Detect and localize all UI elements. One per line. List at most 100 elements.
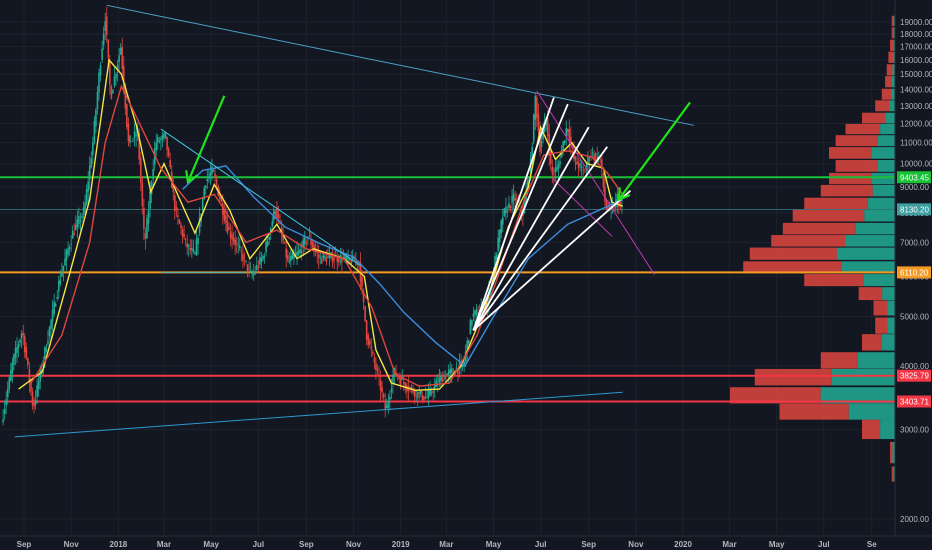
- candle-body: [98, 72, 100, 93]
- candle-body: [534, 95, 537, 120]
- candle-body: [57, 281, 60, 292]
- candle-body: [423, 396, 425, 401]
- candle-body: [3, 408, 6, 414]
- candle-body: [389, 396, 391, 400]
- candle-body: [308, 236, 311, 237]
- candle-body: [208, 176, 210, 179]
- candle-body: [5, 399, 7, 406]
- candle-body: [364, 305, 366, 321]
- candle-body: [283, 241, 286, 244]
- candle-body: [579, 163, 581, 166]
- candle-body: [113, 76, 116, 86]
- x-tick-label: 2020: [674, 540, 692, 549]
- candle-body: [582, 169, 585, 171]
- x-tick-label: Nov: [64, 540, 80, 549]
- candle-body: [84, 202, 86, 212]
- candle-body: [266, 241, 269, 246]
- candle-body: [297, 250, 300, 255]
- candle-body: [509, 205, 512, 208]
- candle-body: [163, 133, 165, 139]
- y-tick-label: 9000.00: [900, 183, 929, 192]
- y-tick-label: 19000.00: [900, 18, 932, 27]
- volume-bar-up: [845, 235, 895, 247]
- chart-background: [0, 0, 932, 550]
- candle-body: [22, 332, 25, 336]
- price-tag-label: 9403.45: [900, 173, 929, 182]
- candle-body: [232, 236, 235, 242]
- candle-body: [90, 158, 93, 168]
- price-chart[interactable]: 2000.003000.004000.005000.006000.007000.…: [0, 0, 932, 550]
- candle-body: [68, 247, 71, 250]
- volume-bar-down: [820, 184, 873, 197]
- candle-body: [158, 141, 161, 142]
- candle-body: [71, 230, 74, 239]
- candle-body: [175, 207, 178, 211]
- candle-body: [324, 256, 326, 259]
- y-tick-label: 11000.00: [900, 139, 932, 148]
- candle-body: [512, 193, 515, 201]
- candle-body: [474, 310, 476, 316]
- candle-body: [449, 368, 452, 374]
- candle-body: [447, 370, 450, 375]
- candle-body: [104, 21, 107, 31]
- candle-body: [92, 142, 94, 155]
- candle-body: [502, 217, 504, 225]
- volume-bar-up: [871, 172, 895, 185]
- candle-body: [602, 173, 605, 187]
- candle-body: [109, 62, 111, 85]
- candle-body: [500, 220, 503, 234]
- y-tick-label: 15000.00: [900, 70, 932, 79]
- candle-body: [378, 374, 380, 376]
- candle-body: [121, 46, 124, 69]
- volume-bar-down: [891, 466, 894, 482]
- candle-body: [551, 166, 554, 174]
- candle-body: [214, 173, 216, 177]
- volume-bar-down: [862, 334, 882, 351]
- x-tick-label: Nov: [346, 540, 362, 549]
- candle-body: [540, 140, 543, 147]
- volume-bar-up: [882, 287, 895, 301]
- candle-body: [143, 207, 145, 229]
- candle-body: [115, 74, 117, 78]
- volume-bar-down: [804, 197, 868, 210]
- candle-body: [191, 247, 193, 251]
- candle-body: [147, 210, 150, 224]
- y-tick-label: 3000.00: [900, 425, 929, 434]
- candle-body: [556, 166, 558, 171]
- candle-body: [70, 243, 72, 245]
- candle-body: [16, 347, 18, 353]
- candle-body: [368, 340, 371, 345]
- candle-body: [390, 388, 393, 392]
- candle-body: [257, 267, 260, 269]
- candle-body: [254, 271, 257, 273]
- x-tick-label: 2019: [392, 540, 410, 549]
- candle-body: [432, 391, 434, 393]
- price-tag-label: 6110.20: [900, 268, 929, 277]
- candle-body: [246, 264, 249, 272]
- volume-bar-up: [887, 300, 895, 316]
- candle-body: [73, 233, 76, 235]
- x-tick-label: Jul: [535, 540, 547, 549]
- x-tick-label: Mar: [157, 540, 171, 549]
- candle-body: [252, 272, 255, 276]
- candle-body: [549, 150, 552, 164]
- candle-body: [251, 274, 253, 276]
- candle-body: [189, 248, 192, 251]
- y-tick-label: 5000.00: [900, 313, 929, 322]
- volume-bar-down: [891, 27, 895, 39]
- candle-body: [212, 170, 215, 172]
- candle-body: [67, 248, 69, 255]
- candle-body: [209, 172, 212, 177]
- candle-body: [536, 97, 538, 118]
- candle-body: [345, 257, 348, 260]
- candle-body: [322, 254, 325, 259]
- candle-body: [17, 344, 20, 348]
- candle-body: [450, 368, 453, 373]
- candle-body: [367, 335, 370, 345]
- candle-body: [229, 231, 232, 238]
- candle-body: [161, 135, 164, 140]
- candle-body: [420, 390, 422, 395]
- candle-body: [11, 362, 14, 373]
- volume-bar-down: [862, 419, 881, 440]
- candle-body: [88, 165, 91, 180]
